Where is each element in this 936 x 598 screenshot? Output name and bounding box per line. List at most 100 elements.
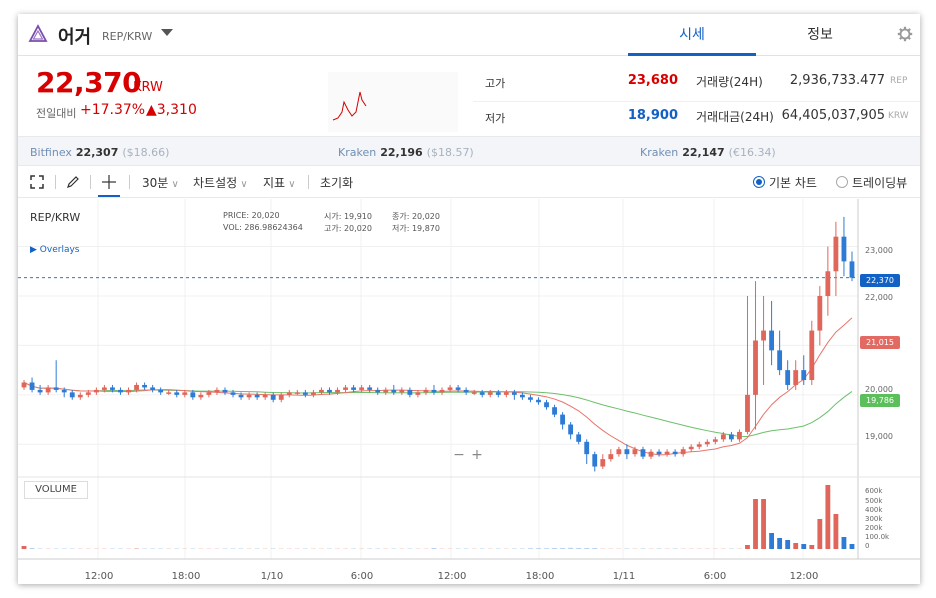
exchange-bitfinex: Bitfinex 22,307 ($18.66) xyxy=(30,146,169,159)
candle-body xyxy=(737,431,742,440)
reset-button[interactable]: 초기화 xyxy=(320,174,353,191)
candle-body xyxy=(375,389,381,393)
candle-body xyxy=(447,387,453,390)
volume-bar xyxy=(310,548,316,549)
volume-bar xyxy=(142,548,148,549)
high-value: 23,680 xyxy=(627,73,678,88)
candle-body xyxy=(182,392,188,395)
candle-body xyxy=(206,392,212,395)
volume-bar xyxy=(343,548,348,549)
candle-body xyxy=(576,434,582,442)
ohlc-open: 시가: 19,910 xyxy=(324,211,372,222)
overlays-toggle[interactable]: ▶ Overlays xyxy=(30,245,79,255)
stats-divider xyxy=(473,101,920,102)
candle-body xyxy=(680,449,686,455)
candle-body xyxy=(431,389,437,393)
augur-logo-icon xyxy=(28,24,48,42)
volume-bar xyxy=(455,548,461,549)
zoom-out-button[interactable]: − xyxy=(450,447,468,463)
volume-bar xyxy=(777,538,783,549)
volume-bar xyxy=(608,548,614,549)
candle-body xyxy=(262,394,268,398)
candle-body xyxy=(150,387,156,390)
current-price-tag: 22,370 xyxy=(860,274,900,287)
fullscreen-icon[interactable] xyxy=(30,175,44,189)
pencil-icon[interactable] xyxy=(66,175,80,189)
candle-body xyxy=(592,454,598,467)
candle-body xyxy=(536,399,541,403)
volume-bar xyxy=(134,548,139,549)
coin-pair[interactable]: REP/KRW xyxy=(102,30,152,43)
volume-bar xyxy=(809,545,815,549)
candle-body xyxy=(53,387,59,390)
tradingview-radio[interactable] xyxy=(836,176,848,188)
coin-panel: 어거 REP/KRW 시세 정보 22,370 KRW 전일대비 +17.37%… xyxy=(18,14,920,584)
close-value: 20,020 xyxy=(411,212,440,221)
volume-bar xyxy=(560,548,566,549)
chart-toolbar: 30분 ∨ 차트설정 ∨ 지표 ∨ 초기화 기본 차트 트레이딩뷰 xyxy=(18,166,920,198)
volume-bar xyxy=(785,540,791,549)
candle-body xyxy=(415,392,421,395)
tab-info[interactable]: 정보 xyxy=(756,24,884,44)
candle-body xyxy=(616,449,622,455)
candle-body xyxy=(302,392,308,395)
candle-body xyxy=(198,394,204,398)
volume-bar xyxy=(528,548,533,549)
volume-bar xyxy=(238,548,244,549)
overlays-label: Overlays xyxy=(39,245,80,255)
volume-tick: 600k xyxy=(865,487,883,495)
volume-bar xyxy=(278,548,284,549)
candle-body xyxy=(568,424,574,435)
x-tick: 1/11 xyxy=(612,571,636,582)
x-tick: 12:00 xyxy=(437,571,467,582)
crosshair-icon[interactable] xyxy=(102,175,116,189)
zoom-in-button[interactable]: + xyxy=(468,447,486,463)
x-tick: 6:00 xyxy=(350,571,374,582)
volume-bar xyxy=(640,548,646,549)
volume-bar xyxy=(407,548,413,549)
volume-bar xyxy=(85,548,91,549)
x-tick: 18:00 xyxy=(171,571,201,582)
price-chart[interactable]: REP/KRW PRICE: 20,020 VOL: 286.98624364 … xyxy=(18,199,920,584)
volume-bar xyxy=(447,548,453,549)
volume-bar xyxy=(720,548,726,549)
interval-dropdown[interactable]: 30분 ∨ xyxy=(142,174,179,191)
basic-chart-label[interactable]: 기본 차트 xyxy=(769,174,817,191)
volume-bar xyxy=(230,548,236,549)
exchange-price: 22,147 xyxy=(682,146,725,159)
candle-body xyxy=(552,407,557,415)
candle-body xyxy=(399,389,405,393)
tab-price[interactable]: 시세 xyxy=(628,24,756,44)
indicators-dropdown[interactable]: 지표 ∨ xyxy=(263,174,296,191)
volume-bar xyxy=(367,548,373,549)
candlestick-chart[interactable] xyxy=(18,199,920,584)
candle-body xyxy=(479,392,485,395)
chevron-down-icon[interactable] xyxy=(161,29,173,36)
volume-bar xyxy=(101,548,107,549)
volume-bar xyxy=(270,548,276,549)
candle-body xyxy=(503,392,509,395)
candle-body xyxy=(519,394,525,398)
candle-body xyxy=(439,389,445,393)
volume-bar xyxy=(753,499,758,549)
change-rate: +17.37% xyxy=(80,102,146,118)
candle-body xyxy=(343,387,348,390)
volume-bar xyxy=(584,548,590,549)
volume-bar xyxy=(745,545,750,549)
gear-icon[interactable] xyxy=(896,25,914,43)
candle-body xyxy=(190,392,196,398)
candle-body xyxy=(21,382,27,388)
tradingview-label[interactable]: 트레이딩뷰 xyxy=(852,174,907,191)
candle-body xyxy=(720,434,726,440)
volume-bar xyxy=(672,548,678,549)
candle-body xyxy=(560,414,566,425)
volume-label: VOLUME xyxy=(24,481,88,499)
coin-name[interactable]: 어거 xyxy=(58,23,91,49)
ohlc-price: PRICE: 20,020 xyxy=(223,211,280,220)
chart-settings-dropdown[interactable]: 차트설정 ∨ xyxy=(193,174,248,191)
volume-bar xyxy=(793,543,799,549)
volume-bar xyxy=(61,548,67,549)
low-label: 저가: xyxy=(392,224,410,233)
candle-body xyxy=(45,387,51,393)
basic-chart-radio[interactable] xyxy=(753,176,765,188)
